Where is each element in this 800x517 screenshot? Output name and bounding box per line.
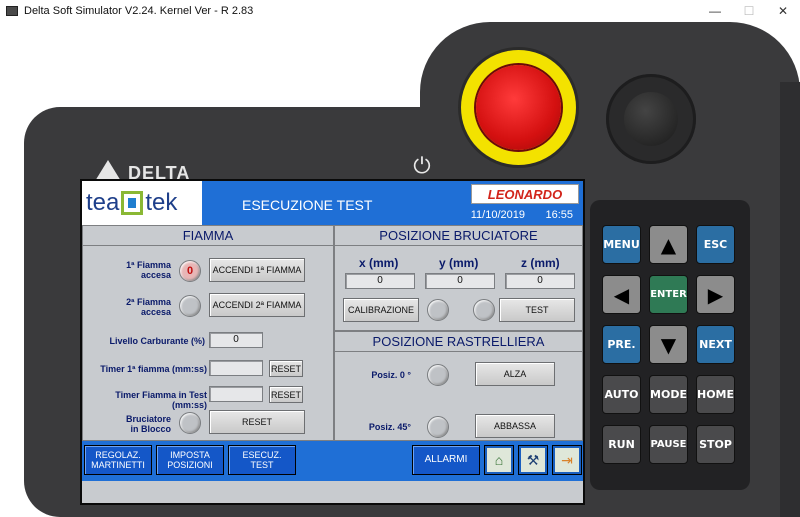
up-arrow-icon: ▲ [660,232,677,257]
test-button[interactable]: TEST [499,298,575,322]
key-down-arrow[interactable]: ▼ [649,325,688,364]
flame1-lamp: 0 [179,260,201,282]
rastrelliera-panel: POSIZIONE RASTRELLIERA Posiz. 0 ° ALZA P… [334,331,583,441]
window-titlebar: Delta Soft Simulator V2.24. Kernel Ver -… [0,0,800,22]
window-title: Delta Soft Simulator V2.24. Kernel Ver -… [24,5,254,17]
key-stop[interactable]: STOP [696,425,735,464]
right-arrow-icon: ▶ [707,282,724,307]
allarmi-button[interactable]: ALLARMI [412,445,480,475]
timer1-label: Timer 1ª fiamma (mm:ss) [100,364,207,374]
alza-button[interactable]: ALZA [475,362,555,386]
burner-block-reset-button[interactable]: RESET [209,410,305,434]
key-esc[interactable]: ESC [696,225,735,264]
key-pre[interactable]: PRE. [602,325,641,364]
date-display: 11/10/2019 [470,209,525,221]
time-display: 16:55 [545,209,573,221]
pos0-label: Posiz. 0 ° [371,370,411,380]
selector-knob-cap [624,92,678,146]
x-position-field: 0 [345,273,415,289]
bruciatore-panel: POSIZIONE BRUCIATORE x (mm) y (mm) z (mm… [334,225,583,331]
flame1-label: 1ª Fiamma accesa [126,260,171,280]
maximize-button[interactable]: ☐ [732,0,766,22]
hmi-content: tea tek ESECUZIONE TEST LEONARDO 11/10/2… [82,181,583,503]
rastrelliera-title: POSIZIONE RASTRELLIERA [335,332,582,352]
down-arrow-icon: ▼ [660,332,677,357]
hardware-keypad: MENU ▲ ESC ◀ ENTER ▶ PRE. ▼ NEXT AUTO MO… [590,200,750,490]
z-position-field: 0 [505,273,575,289]
x-axis-label: x (mm) [359,256,399,270]
key-up-arrow[interactable]: ▲ [649,225,688,264]
key-enter[interactable]: ENTER [649,275,688,314]
burner-block-label: Bruciatore in Blocco [125,414,171,434]
hmi-header: tea tek ESECUZIONE TEST LEONARDO 11/10/2… [82,181,583,225]
hmi-screen: tea tek ESECUZIONE TEST LEONARDO 11/10/2… [80,179,585,505]
teatek-logo-left: tea [86,189,120,216]
key-left-arrow[interactable]: ◀ [602,275,641,314]
emergency-stop-button[interactable] [476,65,561,150]
key-menu[interactable]: MENU [602,225,641,264]
key-right-arrow[interactable]: ▶ [696,275,735,314]
minimize-button[interactable]: — [698,0,732,22]
home-icon: ⌂ [487,448,511,472]
hmi-footer-nav: REGOLAZ. MARTINETTI IMPOSTA POSIZIONI ES… [82,441,583,481]
selector-knob[interactable] [606,74,696,164]
imposta-posizioni-button[interactable]: IMPOSTA POSIZIONI [156,445,224,475]
burner-block-lamp [179,412,201,434]
app-icon [6,6,18,16]
flame2-label: 2ª Fiamma accesa [126,297,171,317]
emergency-stop-ring [461,50,576,165]
tools-nav-button[interactable]: ⚒ [518,445,548,475]
timer1-field [209,360,263,376]
teatek-logo-mark [121,191,144,215]
page-title: ESECUZIONE TEST [242,197,373,213]
accendi-2-fiamma-button[interactable]: ACCENDI 2ª FIAMMA [209,293,305,317]
flame2-lamp [179,295,201,317]
y-position-field: 0 [425,273,495,289]
pos45-label: Posiz. 45° [368,422,411,432]
exit-nav-button[interactable]: ⇥ [552,445,582,475]
close-button[interactable]: ✕ [766,0,800,22]
calibrazione-lamp [427,299,449,321]
pos45-lamp [427,416,449,438]
teatek-logo-right: tek [145,189,178,216]
exit-door-icon: ⇥ [555,448,579,472]
device-side [780,82,800,517]
key-pause[interactable]: PAUSE [649,425,688,464]
abbassa-button[interactable]: ABBASSA [475,414,555,438]
key-home[interactable]: HOME [696,375,735,414]
key-next[interactable]: NEXT [696,325,735,364]
left-arrow-icon: ◀ [613,282,630,307]
timer1-reset-button[interactable]: RESET [269,360,303,377]
power-icon: ⏻ [413,153,431,178]
accendi-1-fiamma-button[interactable]: ACCENDI 1ª FIAMMA [209,258,305,282]
esecuz-test-button[interactable]: ESECUZ. TEST [228,445,296,475]
fiamma-title: FIAMMA [83,226,333,246]
pos0-lamp [427,364,449,386]
timer2-field [209,386,263,402]
test-lamp [473,299,495,321]
home-nav-button[interactable]: ⌂ [484,445,514,475]
key-run[interactable]: RUN [602,425,641,464]
leonardo-logo-text: LEONARDO [487,186,563,202]
calibrazione-button[interactable]: CALIBRAZIONE [343,298,419,322]
fuel-level-label: Livello Carburante (%) [109,336,205,346]
fuel-level-field: 0 [209,332,263,348]
regolaz-martinetti-button[interactable]: REGOLAZ. MARTINETTI [84,445,152,475]
key-auto[interactable]: AUTO [602,375,641,414]
timer2-label: Timer Fiamma in Test (mm:ss) [115,390,207,410]
z-axis-label: z (mm) [521,256,560,270]
y-axis-label: y (mm) [439,256,479,270]
simulator-stage: ⏻ DELTA tea tek ESECUZIONE TEST LEONARDO… [0,22,800,517]
teatek-logo: tea tek [82,181,202,225]
key-mode[interactable]: MODE [649,375,688,414]
fiamma-panel: FIAMMA 1ª Fiamma accesa 0 ACCENDI 1ª FIA… [82,225,334,441]
leonardo-logo: LEONARDO [471,184,579,204]
timer2-reset-button[interactable]: RESET [269,386,303,403]
tools-icon: ⚒ [521,448,545,472]
bruciatore-title: POSIZIONE BRUCIATORE [335,226,582,246]
